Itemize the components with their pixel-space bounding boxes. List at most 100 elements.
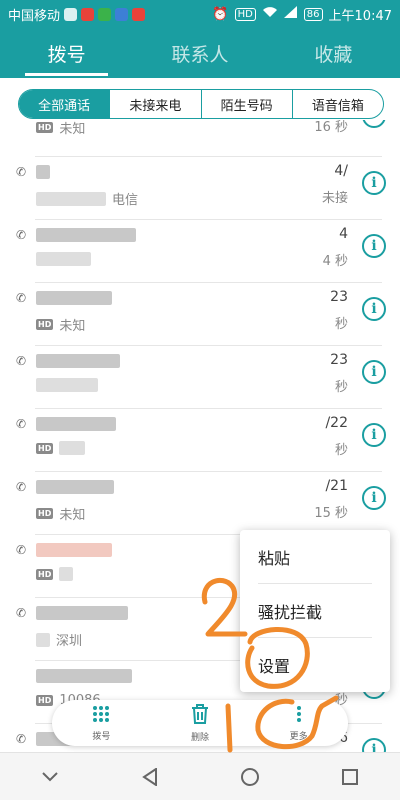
call-location: 未知 xyxy=(59,319,86,334)
carrier-label: 中国移动 xyxy=(8,8,61,24)
call-subtitle: HD 未知 xyxy=(36,504,85,523)
dialpad-icon xyxy=(92,705,110,727)
more-button[interactable]: 更多 xyxy=(249,700,348,746)
call-subtitle: HD xyxy=(36,567,74,581)
call-log-row[interactable]: ✆ HD /22 秒 i xyxy=(0,409,400,472)
contact-name xyxy=(36,287,112,306)
app-notification-icon xyxy=(64,7,78,21)
call-details-info-icon[interactable]: i xyxy=(362,360,386,384)
filter-all-calls[interactable]: 全部通话 xyxy=(19,90,110,118)
wifi-icon xyxy=(262,6,278,22)
home-circle-icon xyxy=(241,767,259,786)
call-time: /21 xyxy=(325,478,348,494)
contact-name xyxy=(36,602,128,621)
dialpad-button[interactable]: 拨号 xyxy=(52,700,151,746)
call-subtitle xyxy=(36,252,91,266)
status-bar: 中国移动 ⏰ HD 86 上午10:47 xyxy=(0,0,400,28)
menu-item-label: 粘贴 xyxy=(258,549,291,568)
contact-name xyxy=(36,413,116,432)
tab-favorites[interactable]: 收藏 xyxy=(267,28,400,78)
filter-unknown-numbers[interactable]: 陌生号码 xyxy=(200,90,292,118)
call-duration: 16 秒 xyxy=(314,120,348,135)
call-type-icon: ✆ xyxy=(16,228,27,242)
tab-contacts[interactable]: 联系人 xyxy=(133,28,266,78)
recents-square-icon xyxy=(342,768,358,785)
call-duration: 4 秒 xyxy=(322,254,348,269)
filter-missed-calls[interactable]: 未接来电 xyxy=(109,90,200,118)
more-vertical-icon xyxy=(296,705,302,727)
call-details-info-icon[interactable]: i xyxy=(362,297,386,321)
call-log-row[interactable]: ✆ 电信 4/ 未接 i xyxy=(0,157,400,220)
call-details-info-icon[interactable]: i xyxy=(362,234,386,258)
back-triangle-icon xyxy=(142,767,157,786)
call-type-icon: ✆ xyxy=(16,291,27,305)
filter-voicemail[interactable]: 语音信箱 xyxy=(291,90,383,118)
call-details-info-icon[interactable]: i xyxy=(362,120,386,128)
contact-name xyxy=(36,350,120,369)
contact-name xyxy=(36,161,50,180)
app-notification-icon xyxy=(81,7,95,21)
tab-bar: 拨号 联系人 收藏 xyxy=(0,28,400,78)
call-filter: 全部通话 未接来电 陌生号码 语音信箱 xyxy=(18,89,384,119)
delete-button[interactable]: 删除 xyxy=(151,700,250,746)
call-duration: 秒 xyxy=(334,443,348,458)
call-subtitle: 电信 xyxy=(36,189,138,208)
call-location: 未知 xyxy=(59,508,86,523)
recents-button[interactable] xyxy=(330,757,370,797)
call-subtitle: HD 未知 xyxy=(36,120,85,137)
hd-call-badge: HD xyxy=(36,568,54,580)
overflow-menu: 粘贴 骚扰拦截 设置 xyxy=(240,530,390,692)
back-button[interactable] xyxy=(130,757,170,797)
app-notification-icon xyxy=(132,7,146,21)
home-button[interactable] xyxy=(230,757,270,797)
call-details-info-icon[interactable]: i xyxy=(362,171,386,195)
contact-name xyxy=(36,665,132,684)
call-subtitle: 深圳 xyxy=(36,630,82,649)
tab-dial[interactable]: 拨号 xyxy=(0,28,133,78)
chevron-down-icon xyxy=(42,771,58,781)
call-duration: 秒 xyxy=(334,317,348,332)
call-duration: 秒 xyxy=(334,380,348,395)
call-type-icon: ✆ xyxy=(16,165,27,179)
call-location: 未知 xyxy=(59,122,86,137)
menu-item-label: 骚扰拦截 xyxy=(258,603,323,622)
call-type-icon: ✆ xyxy=(16,480,27,494)
call-details-info-icon[interactable]: i xyxy=(362,423,386,447)
contact-name xyxy=(36,224,136,243)
hide-nav-button[interactable] xyxy=(30,757,70,797)
call-type-icon: ✆ xyxy=(16,354,27,368)
call-subtitle xyxy=(36,378,98,392)
more-label: 更多 xyxy=(289,731,308,742)
call-duration: 15 秒 xyxy=(314,506,348,521)
app-notification-icon xyxy=(98,7,112,21)
call-time: 4 xyxy=(339,226,348,242)
call-location: 深圳 xyxy=(56,634,83,649)
menu-item-label: 设置 xyxy=(258,657,291,676)
contact-name xyxy=(36,476,114,495)
battery-icon: 86 xyxy=(303,7,323,21)
call-log-row[interactable]: ✆ 4 4 秒 i xyxy=(0,220,400,283)
call-log-row[interactable]: ✆ HD 未知 23 秒 i xyxy=(0,283,400,346)
system-nav-bar xyxy=(0,752,400,800)
trash-icon xyxy=(191,703,209,728)
call-log-row[interactable]: ✆ 23 秒 i xyxy=(0,346,400,409)
call-time: /22 xyxy=(325,415,348,431)
signal-icon xyxy=(283,6,298,22)
call-log-row[interactable]: ✆ HD 未知 /21 15 秒 i xyxy=(0,472,400,535)
call-details-info-icon[interactable]: i xyxy=(362,486,386,510)
call-type-icon: ✆ xyxy=(16,417,27,431)
menu-item-settings[interactable]: 设置 xyxy=(240,638,390,692)
call-subtitle: HD 未知 xyxy=(36,315,85,334)
contact-name xyxy=(36,539,112,558)
app-notification-icon xyxy=(115,7,129,21)
hd-call-badge: HD xyxy=(36,442,54,454)
hd-call-badge: HD xyxy=(36,319,54,330)
clock: 上午10:47 xyxy=(328,8,392,24)
hd-badge: HD xyxy=(234,7,256,21)
menu-item-harassment-block[interactable]: 骚扰拦截 xyxy=(240,584,390,638)
call-time: 23 xyxy=(330,289,348,305)
call-type-icon: ✆ xyxy=(16,543,27,557)
call-type-icon: ✆ xyxy=(16,732,27,746)
call-time: 4/ xyxy=(334,163,348,179)
menu-item-paste[interactable]: 粘贴 xyxy=(240,530,390,584)
